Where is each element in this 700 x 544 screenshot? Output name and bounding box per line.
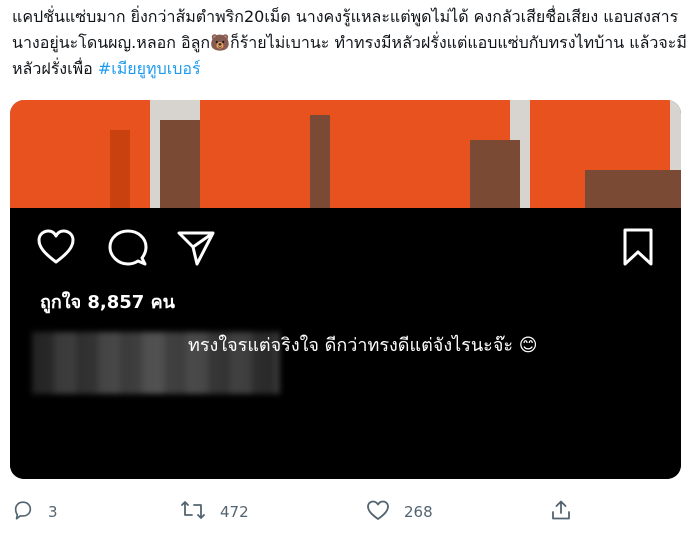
share-icon[interactable] bbox=[176, 228, 216, 272]
reply-icon bbox=[12, 499, 48, 525]
retweet-button[interactable]: 472 bbox=[180, 492, 249, 532]
photo-people-orange-uniforms bbox=[10, 100, 681, 208]
share-tweet-button[interactable] bbox=[550, 492, 586, 532]
like-count: 268 bbox=[404, 503, 433, 521]
post-caption: ทรงใจรแต่จริงใจ ดีกว่าทรงดีแต่จังไรนะจ๊ะ… bbox=[188, 335, 538, 356]
reply-button[interactable]: 3 bbox=[12, 492, 58, 532]
tweet-actions: 3 472 268 bbox=[0, 492, 700, 532]
tweet-media[interactable]: ถูกใจ 8,857 คน ทรงใจรแต่จริงใจ ดีกว่าทรง… bbox=[10, 100, 681, 479]
like-icon bbox=[366, 499, 404, 525]
like-button[interactable]: 268 bbox=[366, 492, 433, 532]
comment-icon[interactable] bbox=[108, 228, 148, 272]
hashtag-link[interactable]: #เมียยูทูบเบอร์ bbox=[98, 59, 201, 78]
likes-count: ถูกใจ 8,857 คน bbox=[40, 292, 175, 313]
tweet-text: แคปชั่นแซ่บมาก ยิ่งกว่าส้มตำพริก20เม็ด น… bbox=[12, 4, 692, 82]
retweet-count: 472 bbox=[220, 503, 249, 521]
heart-icon[interactable] bbox=[36, 228, 76, 270]
upload-share-icon bbox=[550, 499, 586, 525]
reply-count: 3 bbox=[48, 503, 58, 521]
bookmark-icon[interactable] bbox=[620, 227, 656, 271]
retweet-icon bbox=[180, 499, 220, 525]
